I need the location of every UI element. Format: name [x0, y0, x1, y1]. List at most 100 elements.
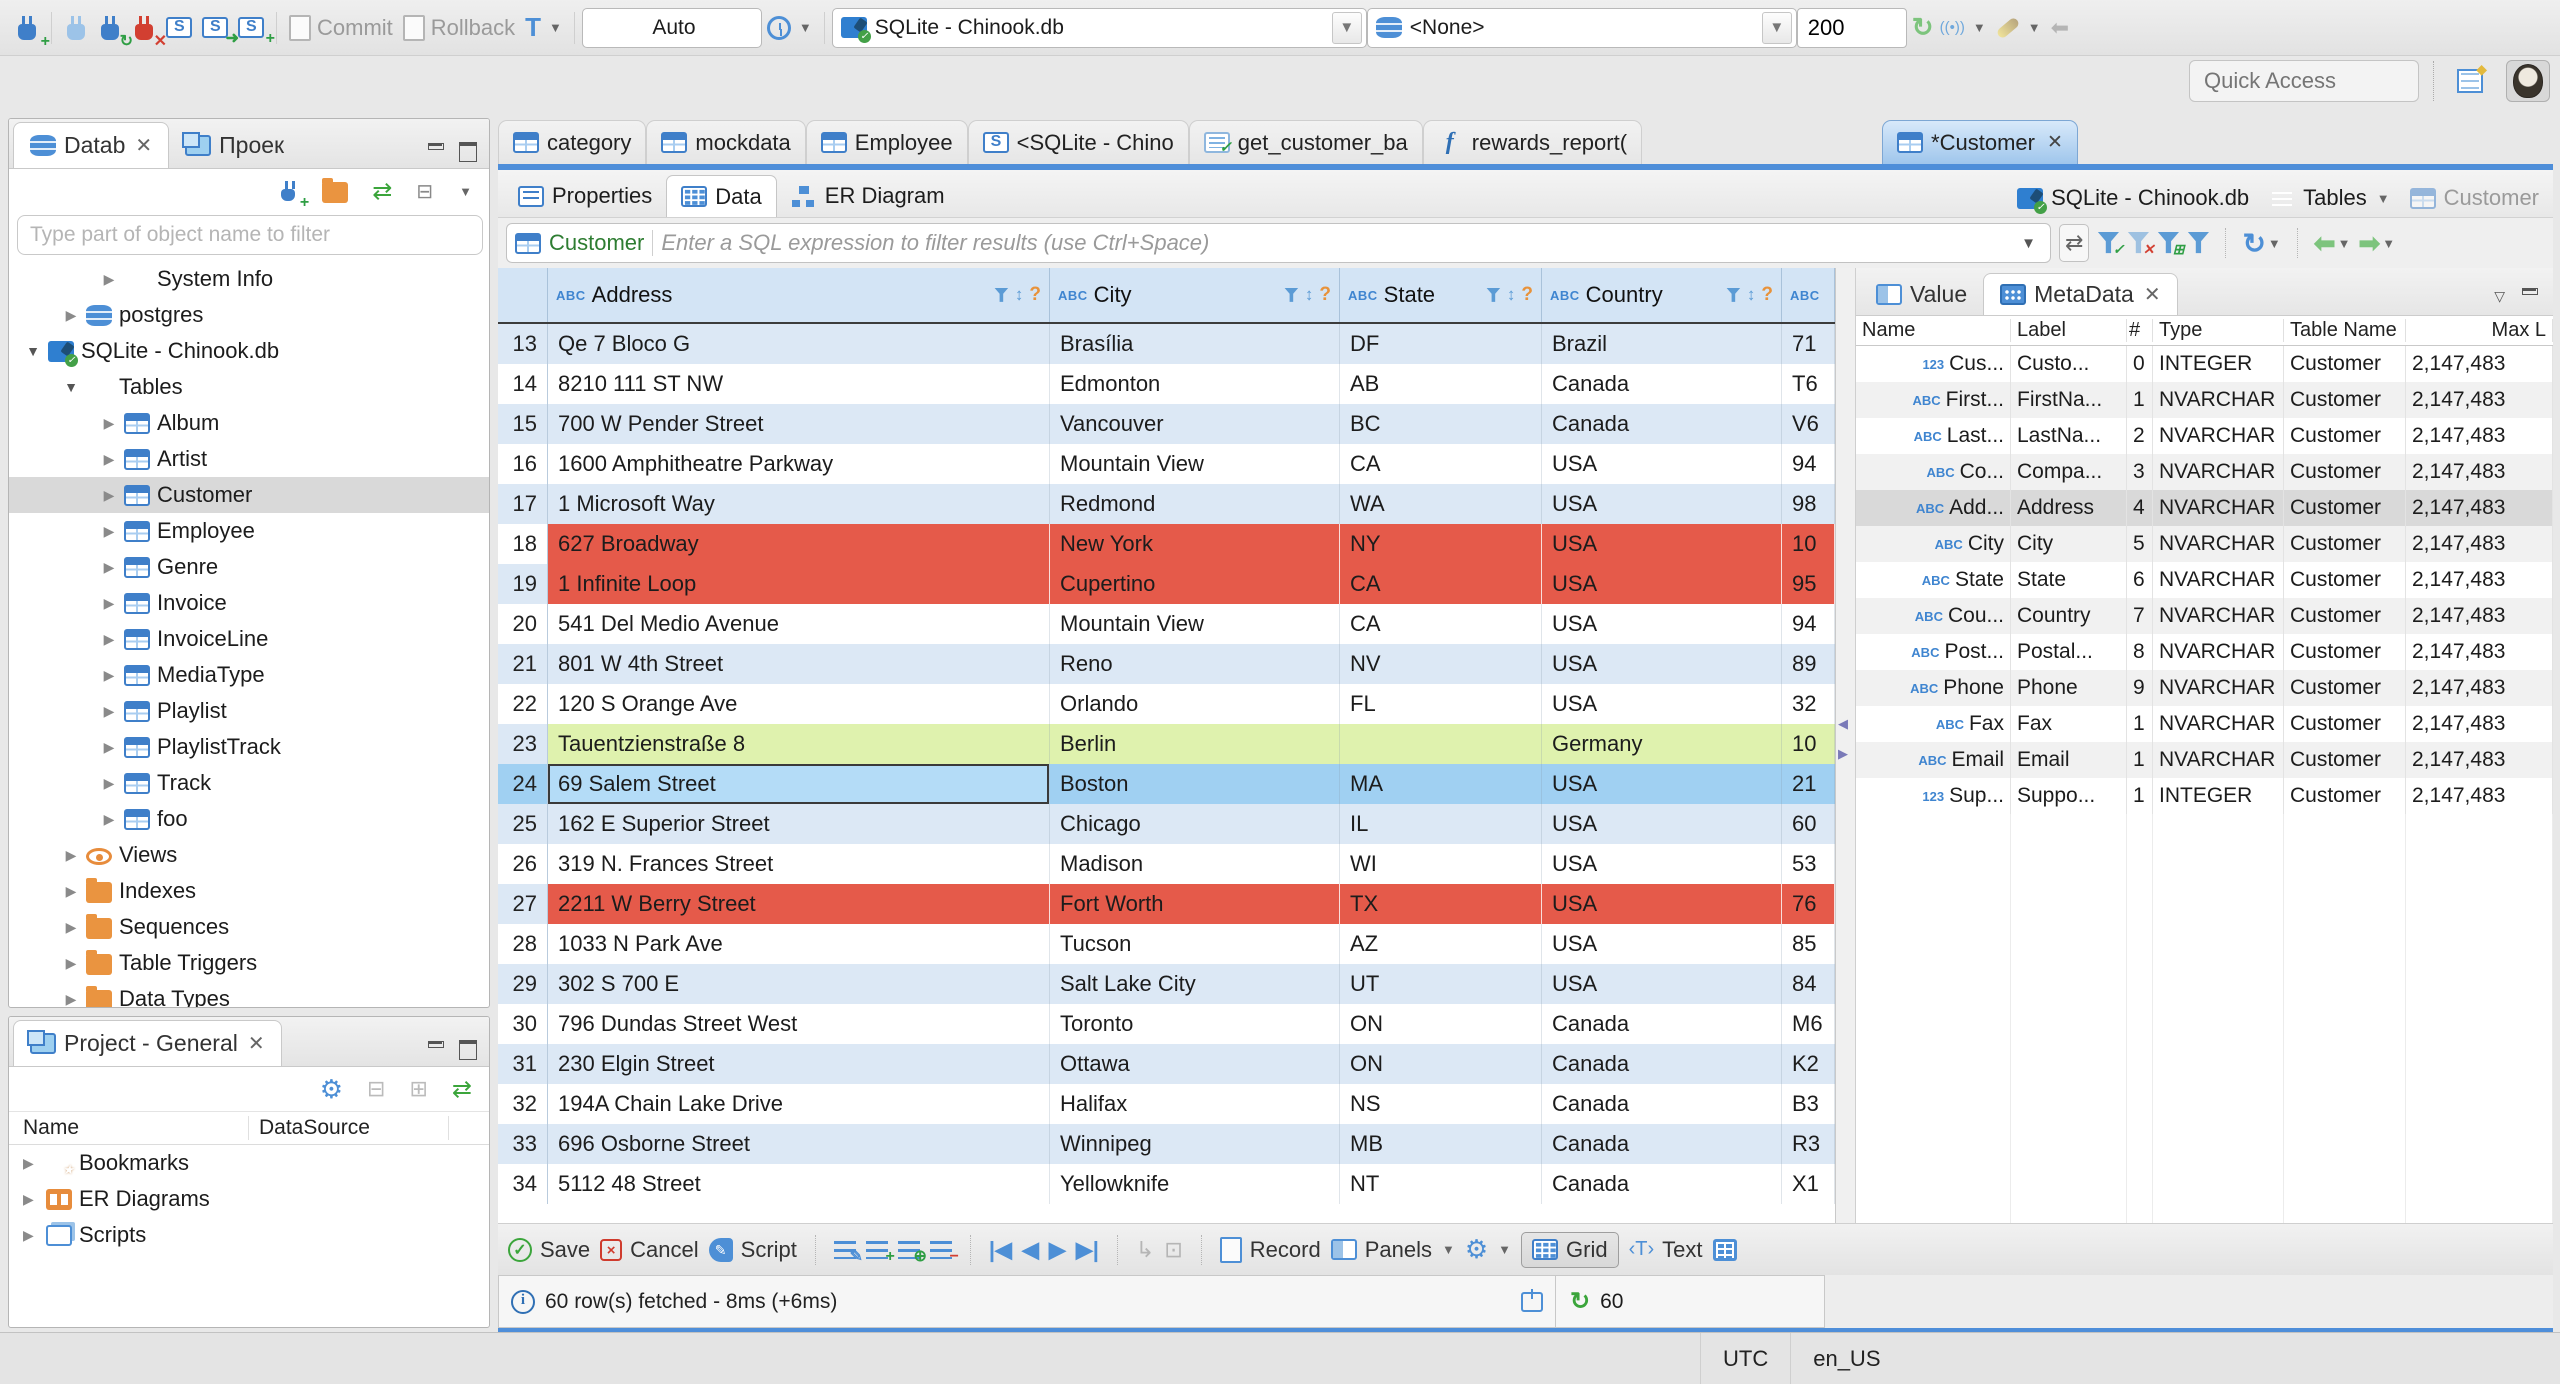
table-row[interactable]: 31 230 Elgin Street Ottawa ON Canada K2: [498, 1044, 1835, 1084]
view-menu-icon[interactable]: ▽: [2494, 288, 2505, 305]
column-table[interactable]: Customer: [2284, 778, 2406, 814]
column-header-name[interactable]: Name: [9, 1116, 249, 1140]
breadcrumb-entity[interactable]: Customer: [2409, 185, 2539, 211]
tree-chevron-icon[interactable]: [101, 739, 117, 756]
column-ordinal[interactable]: 1: [2127, 778, 2153, 814]
cell-state[interactable]: CA: [1340, 564, 1542, 604]
tab-project-general[interactable]: Project - General ✕: [13, 1020, 282, 1066]
cell-city[interactable]: Tucson: [1050, 924, 1340, 964]
collapse-all-button[interactable]: ⊟: [411, 176, 438, 207]
tree-item[interactable]: Data Types: [9, 981, 489, 1007]
row-number[interactable]: 27: [498, 884, 548, 924]
project-item[interactable]: ▶ ER Diagrams: [9, 1181, 489, 1217]
expand-button[interactable]: ⊞: [404, 1073, 432, 1105]
tree-item[interactable]: Genre: [9, 549, 489, 585]
cell-address[interactable]: 302 S 700 E: [548, 964, 1050, 1004]
disconnect-button[interactable]: ✕: [127, 12, 167, 49]
table-row[interactable]: 19 1 Infinite Loop Cupertino CA USA 95: [498, 564, 1835, 604]
filter-funnel-icon[interactable]: [994, 287, 1009, 302]
column-header-type[interactable]: Type: [2153, 319, 2284, 342]
cell-country[interactable]: Canada: [1542, 1124, 1782, 1164]
metadata-row[interactable]: ABC City City 5 NVARCHAR Customer 2,147,4…: [1856, 526, 2553, 562]
tree-chevron-icon[interactable]: [101, 631, 117, 648]
metadata-row[interactable]: ABC State State 6 NVARCHAR Customer 2,147…: [1856, 562, 2553, 598]
cell-state[interactable]: FL: [1340, 684, 1542, 724]
cell-address[interactable]: 69 Salem Street: [548, 764, 1050, 804]
save-button[interactable]: ✓ Save: [508, 1237, 590, 1263]
metadata-row[interactable]: ABC Cou... Country 7 NVARCHAR Customer 2,…: [1856, 598, 2553, 634]
cell-city[interactable]: New York: [1050, 524, 1340, 564]
tree-chevron-icon[interactable]: [101, 703, 117, 720]
table-row[interactable]: 17 1 Microsoft Way Redmond WA USA 98: [498, 484, 1835, 524]
table-row[interactable]: 26 319 N. Frances Street Madison WI USA …: [498, 844, 1835, 884]
column-type[interactable]: NVARCHAR: [2153, 670, 2284, 706]
cell-address[interactable]: 319 N. Frances Street: [548, 844, 1050, 884]
cell-address[interactable]: Qe 7 Bloco G: [548, 324, 1050, 364]
nav-back-button[interactable]: ⬅ ▼: [2314, 228, 2351, 259]
dbeaver-perspective-button[interactable]: [2506, 60, 2550, 102]
cell-state[interactable]: MA: [1340, 764, 1542, 804]
cell-country[interactable]: USA: [1542, 684, 1782, 724]
row-number[interactable]: 22: [498, 684, 548, 724]
tree-item[interactable]: System Info: [9, 261, 489, 297]
cell-state[interactable]: NV: [1340, 644, 1542, 684]
transaction-mode-select[interactable]: Auto: [581, 7, 762, 48]
cell-city[interactable]: Chicago: [1050, 804, 1340, 844]
tree-item[interactable]: Playlist: [9, 693, 489, 729]
column-header-label[interactable]: Label: [2011, 319, 2127, 342]
refresh-filter-button[interactable]: ⇄: [2059, 224, 2090, 262]
row-number[interactable]: 30: [498, 1004, 548, 1044]
cell-address[interactable]: 700 W Pender Street: [548, 404, 1050, 444]
table-row[interactable]: 23 Tauentzienstraße 8 Berlin Germany 10: [498, 724, 1835, 764]
cell-city[interactable]: Madison: [1050, 844, 1340, 884]
cell-country[interactable]: Canada: [1542, 1004, 1782, 1044]
tree-chevron-icon[interactable]: ▶: [23, 1155, 39, 1172]
cell-country[interactable]: Canada: [1542, 404, 1782, 444]
table-row[interactable]: 34 5112 48 Street Yellowknife NT Canada …: [498, 1164, 1835, 1204]
column-max-length[interactable]: 2,147,483: [2406, 706, 2553, 742]
column-type[interactable]: NVARCHAR: [2153, 706, 2284, 742]
row-number[interactable]: 24: [498, 764, 548, 804]
minimize-icon[interactable]: [425, 1040, 447, 1058]
cell-postal[interactable]: V6: [1782, 404, 1835, 444]
row-number[interactable]: 28: [498, 924, 548, 964]
sort-icon[interactable]: ↕: [1507, 285, 1516, 305]
project-item[interactable]: ▶ Bookmarks: [9, 1145, 489, 1181]
column-label[interactable]: Address: [2011, 490, 2127, 526]
cell-address[interactable]: 1 Microsoft Way: [548, 484, 1050, 524]
row-number[interactable]: 31: [498, 1044, 548, 1084]
cell-postal[interactable]: 71: [1782, 324, 1835, 364]
cell-state[interactable]: AB: [1340, 364, 1542, 404]
column-type[interactable]: NVARCHAR: [2153, 526, 2284, 562]
close-icon[interactable]: ✕: [135, 133, 152, 158]
select-visible-button[interactable]: ⊡: [1164, 1237, 1182, 1263]
add-row-button[interactable]: +: [865, 1240, 895, 1265]
column-header-max-length[interactable]: Max L: [2406, 319, 2553, 342]
cell-state[interactable]: WI: [1340, 844, 1542, 884]
cell-country[interactable]: USA: [1542, 764, 1782, 804]
database-select-arrow[interactable]: ▼: [1331, 11, 1362, 44]
rollback-button[interactable]: Rollback: [398, 12, 520, 44]
row-number[interactable]: 34: [498, 1164, 548, 1204]
cell-postal[interactable]: K2: [1782, 1044, 1835, 1084]
column-label[interactable]: FirstNa...: [2011, 382, 2127, 418]
cell-state[interactable]: NS: [1340, 1084, 1542, 1124]
tree-item[interactable]: Invoice: [9, 585, 489, 621]
tree-item[interactable]: SQLite - Chinook.db: [9, 333, 489, 369]
metadata-row[interactable]: ABC Email Email 1 NVARCHAR Customer 2,147…: [1856, 742, 2553, 778]
row-number[interactable]: 16: [498, 444, 548, 484]
tree-item[interactable]: Employee: [9, 513, 489, 549]
cell-state[interactable]: MB: [1340, 1124, 1542, 1164]
tree-chevron-icon[interactable]: ▶: [23, 1191, 39, 1208]
link-with-editor-button[interactable]: ⇄: [367, 174, 397, 209]
column-ordinal[interactable]: 9: [2127, 670, 2153, 706]
table-row[interactable]: 22 120 S Orange Ave Orlando FL USA 32: [498, 684, 1835, 724]
tree-chevron-icon[interactable]: [101, 523, 117, 540]
text-view-button[interactable]: ‹T› Text: [1629, 1237, 1703, 1263]
panels-button[interactable]: Panels ▼: [1330, 1237, 1455, 1263]
filter-funnel-icon[interactable]: [1284, 287, 1299, 302]
pin-icon[interactable]: [1521, 1288, 1543, 1312]
column-label[interactable]: City: [2011, 526, 2127, 562]
column-max-length[interactable]: 2,147,483: [2406, 562, 2553, 598]
column-max-length[interactable]: 2,147,483: [2406, 454, 2553, 490]
